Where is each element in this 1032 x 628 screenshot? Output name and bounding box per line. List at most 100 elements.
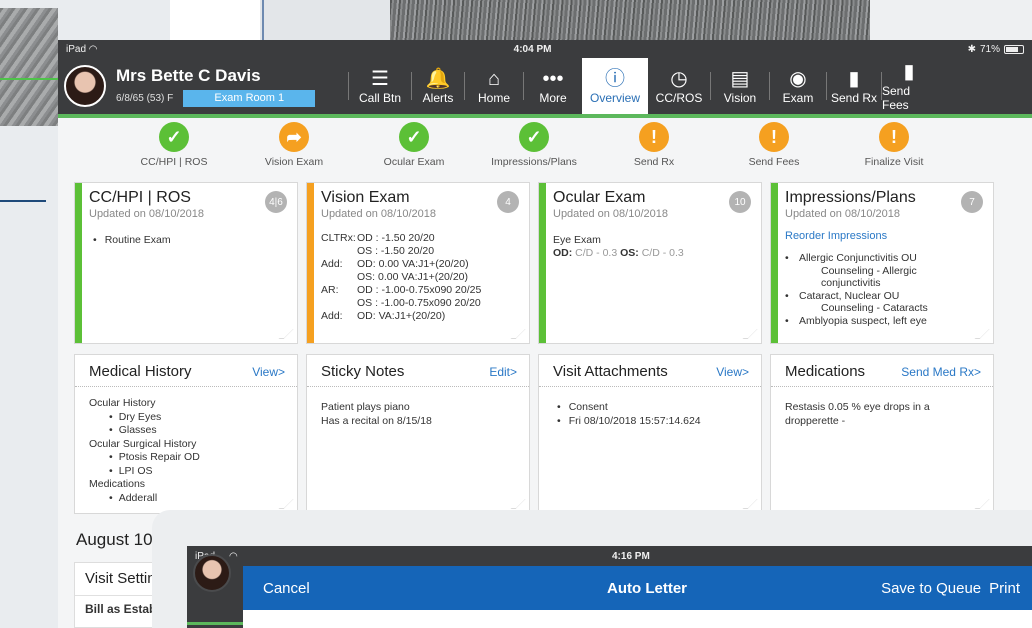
exam-icon: ◉ — [789, 68, 807, 90]
resize-handle-icon[interactable] — [278, 329, 294, 339]
card-title: Medical History — [89, 363, 192, 380]
rx-value: OD : -1.00-0.75x090 20/25 — [357, 284, 482, 296]
workflow-step-finalize-visit[interactable]: ! Finalize Visit — [839, 122, 949, 168]
view-attachments-link[interactable]: View> — [716, 365, 749, 379]
count-badge: 4|6 — [265, 191, 287, 213]
card-impressions-plans[interactable]: 7 Impressions/Plans Updated on 08/10/201… — [770, 182, 994, 344]
alerts-icon: 🔔 — [425, 68, 451, 90]
workflow-step-label: Send Fees — [748, 156, 800, 168]
toolbar-actions: Save to Queue Print — [881, 580, 1020, 597]
battery-icon — [1003, 44, 1024, 54]
impression-item: • Allergic Conjunctivitis OU — [785, 252, 981, 265]
impression-text: Counseling - Allergic — [821, 264, 917, 277]
count-badge: 4 — [497, 191, 519, 213]
list-item: Routine Exam — [89, 234, 285, 247]
view-history-link[interactable]: View> — [252, 365, 285, 379]
save-to-queue-button[interactable]: Save to Queue — [881, 580, 981, 597]
resize-handle-icon[interactable] — [974, 499, 990, 509]
history-line: Glasses — [89, 424, 285, 438]
card-title: Medications — [785, 363, 866, 380]
rx-value: OS: 0.00 VA:J1+(20/20) — [357, 271, 468, 283]
nav-label: CC/ROS — [655, 91, 703, 105]
vision-rows: CLTRx: OD : -1.50 20/20 OS : -1.50 20/20 Ad… — [321, 232, 517, 323]
nav-alerts[interactable]: 🔔 Alerts — [412, 58, 464, 114]
workflow-step-vision-exam[interactable]: ➦ Vision Exam — [239, 122, 349, 168]
impressions-list: • Allergic Conjunctivitis OU Counseling - … — [785, 252, 981, 327]
card-title: CC/HPI | ROS — [89, 189, 191, 206]
overview-icon: ⓘ — [605, 68, 625, 90]
exam-room-button[interactable]: Exam Room 1 — [183, 89, 316, 107]
card-accent — [307, 183, 314, 343]
workflow-step-label: Finalize Visit — [864, 156, 924, 168]
nav-send-fees[interactable]: ▮ Send Fees — [882, 58, 936, 114]
nav-call-btn[interactable]: ☰ Call Btn — [349, 58, 411, 114]
bullet — [785, 302, 799, 315]
bullet: • — [785, 289, 789, 302]
print-button[interactable]: Print — [989, 580, 1020, 597]
rx-value: OS : -1.00-0.75x090 20/20 — [357, 297, 481, 309]
attachment-item[interactable]: Consent — [553, 401, 749, 415]
edit-notes-link[interactable]: Edit> — [489, 365, 517, 379]
patient-avatar[interactable] — [64, 65, 106, 107]
check-icon: ✓ — [519, 122, 549, 152]
rx-value: OD: VA:J1+(20/20) — [357, 310, 446, 322]
card-updated: Updated on 08/10/2018 — [89, 208, 204, 220]
card-ocular-exam[interactable]: 10 Ocular Exam Updated on 08/10/2018 Eye… — [538, 182, 762, 344]
nav-overview[interactable]: ⓘ Overview — [582, 58, 648, 114]
nav-label: Overview — [589, 91, 640, 105]
workflow-step-send-rx[interactable]: ! Send Rx — [599, 122, 709, 168]
background-photo-left — [0, 8, 58, 126]
card-cchpi-ros[interactable]: 4|6 CC/HPI | ROS Updated on 08/10/2018 R… — [74, 182, 298, 344]
cancel-button[interactable]: Cancel — [263, 580, 310, 597]
resize-handle-icon[interactable] — [510, 329, 526, 339]
bullet — [785, 265, 799, 278]
send-med-rx-link[interactable]: Send Med Rx> — [901, 365, 981, 379]
alert-icon: ! — [639, 122, 669, 152]
alert-icon: ! — [759, 122, 789, 152]
background-panel-right — [870, 0, 1032, 40]
overlay-status-time: 4:16 PM — [612, 550, 650, 562]
exam-values: OD: C/D - 0.3 OS: C/D - 0.3 — [553, 247, 684, 259]
rx-label — [321, 245, 357, 258]
auto-letter-title: Auto Letter — [607, 579, 687, 597]
nav-send-rx[interactable]: ▮ Send Rx — [827, 58, 881, 114]
nav-cc-ros[interactable]: ◷ CC/ROS — [648, 58, 710, 114]
impression-text: Cataract, Nuclear OU — [799, 289, 900, 302]
nav-home[interactable]: ⌂ Home — [465, 58, 523, 114]
count-badge: 10 — [729, 191, 751, 213]
rx-label: CLTRx: — [321, 232, 356, 244]
rx-label — [321, 297, 357, 310]
workflow-step-ocular-exam[interactable]: ✓ Ocular Exam — [359, 122, 469, 168]
nav-exam[interactable]: ◉ Exam — [770, 58, 826, 114]
resize-handle-icon[interactable] — [742, 499, 758, 509]
nav-label: Vision — [723, 91, 757, 105]
patient-avatar[interactable] — [193, 554, 231, 592]
rx-label: Add: — [321, 310, 343, 322]
nav-bar: ☰ Call Btn 🔔 Alerts ⌂ Home ••• More ⓘ Overview ◷ CC… — [348, 58, 936, 114]
workflow-step-send-fees[interactable]: ! Send Fees — [719, 122, 829, 168]
note-line: Has a recital on 8/15/18 — [321, 414, 432, 427]
nav-label: Exam — [782, 91, 814, 105]
nav-label: Alerts — [422, 91, 454, 105]
workflow-step-cc-hpi-ros[interactable]: ✓ CC/HPI | ROS — [119, 122, 229, 168]
attachment-item[interactable]: Fri 08/10/2018 15:57:14.624 — [553, 415, 749, 429]
resize-handle-icon[interactable] — [742, 329, 758, 339]
nav-label: Send Fees — [882, 84, 911, 112]
card-visit-attachments: Visit Attachments View> Consent Fri 08/1… — [538, 354, 762, 514]
impression-text: Counseling - Cataracts — [821, 302, 928, 314]
resize-handle-icon[interactable] — [974, 329, 990, 339]
rx-row: Add: OD: VA:J1+(20/20) — [321, 310, 517, 323]
workflow-step-impressions-plans[interactable]: ✓ Impressions/Plans — [479, 122, 589, 168]
reorder-impressions-link[interactable]: Reorder Impressions — [785, 230, 981, 242]
card-vision-exam[interactable]: 4 Vision Exam Updated on 08/10/2018 CLTR… — [306, 182, 530, 344]
nav-vision[interactable]: ▤ Vision — [711, 58, 769, 114]
patient-name: Mrs Bette C Davis — [116, 65, 261, 85]
card-accent — [75, 183, 82, 343]
history-line: Adderall — [89, 492, 285, 506]
patient-info: Mrs Bette C Davis 6/8/65 (53) F Exam Roo… — [116, 65, 316, 107]
send-rx-icon: ▮ — [848, 68, 860, 90]
nav-more[interactable]: ••• More — [524, 58, 582, 114]
auto-letter-screen: iPad ◠ 4:16 PM Cancel Auto Letter Save t… — [187, 546, 1032, 628]
card-title: Ocular Exam — [553, 189, 646, 206]
resize-handle-icon[interactable] — [510, 499, 526, 509]
